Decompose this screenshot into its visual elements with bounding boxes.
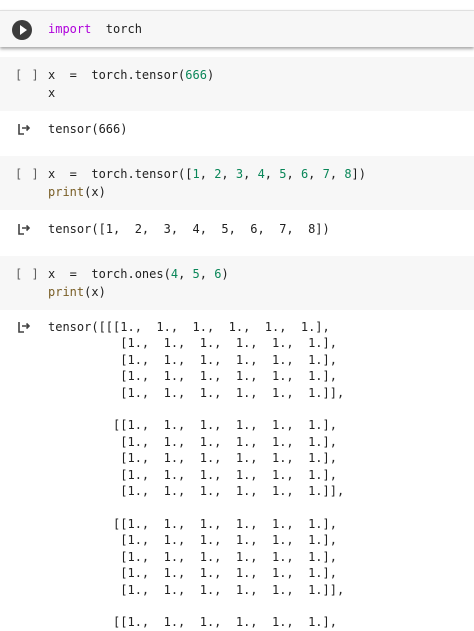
code-token: 5	[192, 267, 200, 281]
code-line[interactable]: import torch	[48, 20, 142, 38]
run-cell-bracket[interactable]: [ ]	[15, 267, 40, 281]
code-token: (x)	[84, 285, 106, 299]
run-cell-bracket[interactable]: [ ]	[15, 68, 40, 82]
code-token: x = torch.tensor(	[48, 68, 186, 82]
code-token: )	[206, 68, 215, 82]
code-line[interactable]: x	[48, 84, 55, 102]
code-token: 666	[185, 68, 207, 82]
code-cell-import[interactable]: import torch	[0, 10, 474, 47]
output-text: tensor([1, 2, 3, 4, 5, 6, 7, 8])	[48, 222, 330, 236]
code-token: print	[48, 285, 85, 299]
code-token: ,	[286, 167, 301, 181]
play-icon[interactable]	[12, 20, 32, 40]
output-arrow-icon	[18, 224, 31, 235]
code-token: ,	[308, 167, 323, 181]
code-token: 4	[257, 167, 265, 181]
code-token: x = torch.ones(	[48, 267, 171, 281]
run-cell-bracket[interactable]: [ ]	[15, 167, 40, 181]
code-token: ,	[243, 167, 258, 181]
code-token: x = torch.tensor([	[48, 167, 193, 181]
code-line[interactable]: x = torch.ones(4, 5, 6)	[48, 265, 229, 283]
code-line[interactable]: print(x)	[48, 283, 106, 301]
code-token: print	[48, 185, 85, 199]
code-token: ])	[351, 167, 366, 181]
code-line[interactable]: print(x)	[48, 183, 106, 201]
code-line[interactable]: x = torch.tensor([1, 2, 3, 4, 5, 6, 7, 8…	[48, 165, 366, 183]
code-token: 4	[170, 267, 179, 281]
code-cell-tensor-list[interactable]: [ ] x = torch.tensor([1, 2, 3, 4, 5, 6, …	[0, 156, 474, 210]
code-token: 8	[344, 167, 352, 181]
output-arrow-icon	[18, 322, 31, 333]
code-token: torch	[91, 22, 142, 36]
code-token: 7	[322, 167, 330, 181]
code-token: ,	[221, 167, 236, 181]
code-token: 1	[192, 167, 200, 181]
code-token: ,	[178, 267, 193, 281]
code-token: )	[221, 267, 229, 281]
output-text: tensor(666)	[48, 122, 128, 136]
code-cell-ones[interactable]: [ ] x = torch.ones(4, 5, 6) print(x)	[0, 256, 474, 310]
output-arrow-icon	[18, 124, 31, 135]
code-token: x	[48, 86, 56, 100]
code-token: ,	[199, 167, 215, 181]
code-token: ,	[329, 167, 345, 181]
code-token: import	[48, 22, 92, 36]
code-token: ,	[264, 167, 280, 181]
output-text: tensor([[[1., 1., 1., 1., 1., 1.], [1., …	[48, 320, 345, 630]
code-cell-tensor-scalar[interactable]: [ ] x = torch.tensor(666) x	[0, 57, 474, 111]
code-line[interactable]: x = torch.tensor(666)	[48, 66, 214, 84]
code-token: (x)	[84, 185, 106, 199]
code-token: ,	[199, 267, 215, 281]
